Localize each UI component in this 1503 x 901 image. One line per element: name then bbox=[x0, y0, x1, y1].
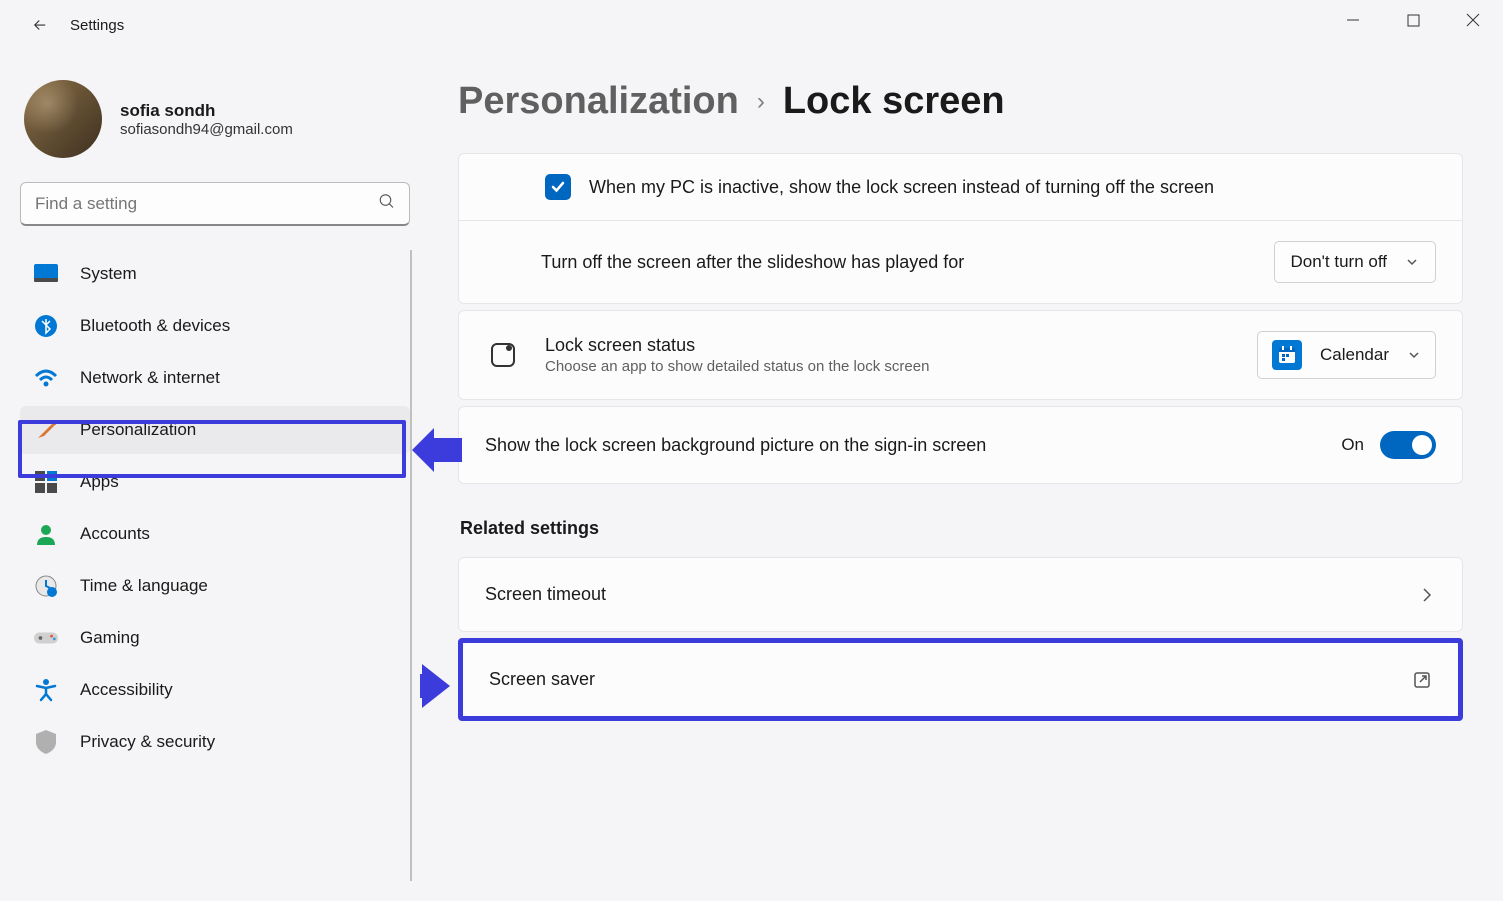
link-label: Screen saver bbox=[489, 669, 595, 690]
maximize-icon bbox=[1407, 14, 1420, 27]
calendar-app-icon bbox=[1272, 340, 1302, 370]
shield-icon bbox=[34, 730, 58, 754]
sidebar-item-bluetooth[interactable]: Bluetooth & devices bbox=[20, 302, 410, 350]
sidebar-item-apps[interactable]: Apps bbox=[20, 458, 410, 506]
signin-bg-label: Show the lock screen background picture … bbox=[485, 435, 986, 456]
slideshow-turnoff-dropdown[interactable]: Don't turn off bbox=[1274, 241, 1437, 283]
user-email: sofiasondh94@gmail.com bbox=[120, 121, 293, 138]
gamepad-icon bbox=[34, 626, 58, 650]
sidebar-item-label: Accessibility bbox=[80, 680, 173, 700]
minimize-icon bbox=[1346, 13, 1360, 27]
sidebar-item-label: Bluetooth & devices bbox=[80, 316, 230, 336]
sidebar-item-privacy[interactable]: Privacy & security bbox=[20, 718, 410, 766]
related-settings-heading: Related settings bbox=[460, 518, 1463, 539]
sidebar-item-label: Gaming bbox=[80, 628, 140, 648]
sidebar-item-gaming[interactable]: Gaming bbox=[20, 614, 410, 662]
chevron-down-icon bbox=[1407, 348, 1421, 362]
sidebar-item-personalization[interactable]: Personalization bbox=[20, 406, 410, 454]
close-button[interactable] bbox=[1443, 0, 1503, 40]
dropdown-value: Don't turn off bbox=[1291, 252, 1388, 272]
search-icon bbox=[378, 193, 396, 216]
annotation-arrow-screensaver bbox=[420, 664, 450, 708]
minimize-button[interactable] bbox=[1323, 0, 1383, 40]
sidebar-item-label: Accounts bbox=[80, 524, 150, 544]
sidebar-item-label: Personalization bbox=[80, 420, 196, 440]
sidebar-item-network[interactable]: Network & internet bbox=[20, 354, 410, 402]
back-button[interactable] bbox=[20, 5, 60, 45]
open-external-icon bbox=[1412, 670, 1432, 690]
checkmark-icon bbox=[550, 179, 566, 195]
sidebar-item-label: Time & language bbox=[80, 576, 208, 596]
avatar bbox=[24, 80, 102, 158]
page-title: Lock screen bbox=[783, 80, 1005, 123]
sidebar-item-label: Network & internet bbox=[80, 368, 220, 388]
lock-status-subtitle: Choose an app to show detailed status on… bbox=[545, 358, 1233, 375]
annotation-arrow-personalization bbox=[412, 428, 462, 472]
dropdown-value: Calendar bbox=[1320, 345, 1389, 365]
slideshow-turnoff-label: Turn off the screen after the slideshow … bbox=[541, 252, 964, 273]
arrow-left-icon bbox=[31, 16, 49, 34]
paintbrush-icon bbox=[34, 418, 58, 442]
chevron-right-icon: › bbox=[757, 88, 765, 116]
inactive-lockscreen-label: When my PC is inactive, show the lock sc… bbox=[589, 177, 1214, 198]
apps-icon bbox=[34, 470, 58, 494]
sidebar-item-accessibility[interactable]: Accessibility bbox=[20, 666, 410, 714]
person-icon bbox=[34, 522, 58, 546]
system-icon bbox=[34, 262, 58, 286]
maximize-button[interactable] bbox=[1383, 0, 1443, 40]
chevron-down-icon bbox=[1405, 255, 1419, 269]
lock-status-icon bbox=[485, 337, 521, 373]
bluetooth-icon bbox=[34, 314, 58, 338]
accessibility-icon bbox=[34, 678, 58, 702]
link-label: Screen timeout bbox=[485, 584, 606, 605]
lock-status-app-dropdown[interactable]: Calendar bbox=[1257, 331, 1436, 379]
signin-bg-toggle[interactable] bbox=[1380, 431, 1436, 459]
annotation-highlight-screensaver: Screen saver bbox=[458, 638, 1463, 721]
user-name: sofia sondh bbox=[120, 101, 293, 121]
chevron-right-icon bbox=[1418, 586, 1436, 604]
inactive-lockscreen-checkbox[interactable] bbox=[545, 174, 571, 200]
user-profile[interactable]: sofia sondh sofiasondh94@gmail.com bbox=[20, 70, 410, 182]
sidebar-item-time[interactable]: Time & language bbox=[20, 562, 410, 610]
sidebar-item-label: System bbox=[80, 264, 137, 284]
sidebar-item-system[interactable]: System bbox=[20, 250, 410, 298]
wifi-icon bbox=[34, 366, 58, 390]
screen-timeout-link[interactable]: Screen timeout bbox=[458, 557, 1463, 632]
toggle-state-label: On bbox=[1341, 435, 1364, 455]
breadcrumb-parent[interactable]: Personalization bbox=[458, 80, 739, 123]
clock-globe-icon bbox=[34, 574, 58, 598]
sidebar-item-label: Privacy & security bbox=[80, 732, 215, 752]
lock-status-title: Lock screen status bbox=[545, 335, 1233, 356]
window-title: Settings bbox=[70, 17, 124, 34]
search-input[interactable] bbox=[20, 182, 410, 226]
sidebar-item-label: Apps bbox=[80, 472, 119, 492]
close-icon bbox=[1466, 13, 1480, 27]
screen-saver-link[interactable]: Screen saver bbox=[463, 643, 1458, 716]
sidebar-item-accounts[interactable]: Accounts bbox=[20, 510, 410, 558]
